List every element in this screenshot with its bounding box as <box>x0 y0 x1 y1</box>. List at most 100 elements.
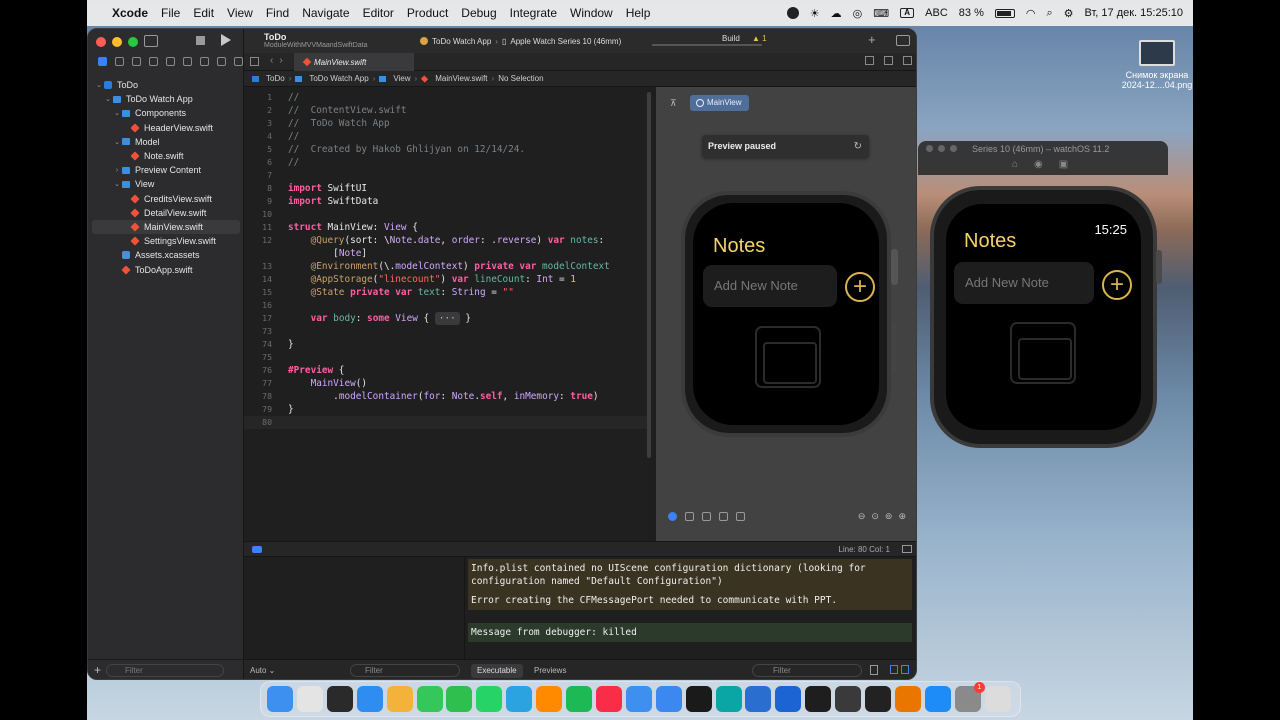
issue-navigator-icon[interactable] <box>166 57 175 66</box>
left-pane-icon[interactable] <box>890 665 898 674</box>
dock-terminal-icon[interactable] <box>326 686 353 712</box>
console-output[interactable]: Info.plist contained no UIScene configur… <box>466 557 916 659</box>
zoom-button[interactable] <box>128 37 138 47</box>
dock-blackmagic-icon[interactable] <box>865 686 891 712</box>
find-navigator-icon[interactable] <box>149 57 158 66</box>
library-plus-icon[interactable]: + <box>868 32 876 47</box>
navigator-item[interactable]: ToDoApp.swift <box>88 262 244 276</box>
split-editor-icon[interactable] <box>903 56 912 65</box>
text-input-icon[interactable]: A <box>900 8 915 18</box>
dock-blender-icon[interactable] <box>894 686 921 712</box>
menu-view[interactable]: View <box>227 6 253 20</box>
navigator-item[interactable]: ⌄ ToDo Watch App <box>88 92 244 106</box>
report-navigator-icon[interactable] <box>234 57 243 66</box>
dock-music-icon[interactable] <box>595 686 622 712</box>
related-items-icon[interactable] <box>250 57 259 66</box>
dock-testflight-icon[interactable] <box>655 686 682 712</box>
digital-crown[interactable] <box>1156 250 1162 284</box>
jump-selection[interactable]: No Selection <box>498 74 543 83</box>
input-source[interactable]: ABC <box>925 7 948 19</box>
navigator-item[interactable]: CreditsView.swift <box>88 192 244 206</box>
run-button[interactable] <box>221 34 231 46</box>
dock-books-icon[interactable] <box>536 686 563 712</box>
menu-help[interactable]: Help <box>626 6 651 20</box>
code-line[interactable]: [Note] <box>244 247 648 260</box>
auto-variables-select[interactable]: Auto ⌄ <box>250 666 275 675</box>
pin-icon[interactable]: ⊼ <box>670 98 677 109</box>
simulator-titlebar[interactable]: Series 10 (46mm) – watchOS 11.2 ⌂ ◉ ▣ <box>918 141 1168 175</box>
debug-area-toggle[interactable] <box>252 546 262 553</box>
code-line[interactable]: 16 <box>244 299 648 312</box>
dock-appstore-icon[interactable] <box>924 686 951 712</box>
rotate-icon[interactable]: ▣ <box>1059 159 1068 170</box>
disclosure-icon[interactable]: ⌄ <box>103 95 113 103</box>
dock-davinci-icon[interactable] <box>835 686 862 712</box>
code-line[interactable]: 78 .modelContainer(for: Note.self, inMem… <box>244 390 648 403</box>
add-file-button[interactable]: + <box>94 663 101 677</box>
sim-add-button[interactable]: + <box>1102 270 1132 300</box>
console-filter-input[interactable]: Filter <box>752 664 862 677</box>
zoom-actual-icon[interactable]: ⊚ <box>885 511 893 522</box>
right-pane-icon[interactable] <box>901 665 909 674</box>
menu-file[interactable]: File <box>161 6 180 20</box>
screenshot-icon[interactable]: ◉ <box>1034 159 1043 170</box>
dock-simulator-app-icon[interactable] <box>715 686 742 712</box>
refresh-icon[interactable] <box>865 56 874 65</box>
code-line[interactable]: 6 // <box>244 156 648 169</box>
scheme-selector[interactable]: ToDo Watch App › ▯ Apple Watch Series 10… <box>420 34 621 48</box>
code-line[interactable]: 7 <box>244 169 648 182</box>
code-line[interactable]: 74} <box>244 338 648 351</box>
menu-app[interactable]: Xcode <box>112 6 148 20</box>
executable-tab[interactable]: Executable <box>471 664 523 678</box>
build-status[interactable]: Build <box>722 34 740 43</box>
tab-mainview[interactable]: MainView.swift <box>294 53 414 71</box>
zoom-in-icon[interactable]: ⊕ <box>898 511 906 522</box>
disclosure-icon[interactable]: ⌄ <box>112 180 122 188</box>
menu-debug[interactable]: Debug <box>461 6 496 20</box>
navigator-item[interactable]: Assets.xcassets <box>88 248 244 262</box>
battery-percent[interactable]: 83 % <box>959 7 984 19</box>
zoom-fit-icon[interactable]: ⊙ <box>871 511 879 522</box>
menu-editor[interactable]: Editor <box>363 6 394 20</box>
code-line[interactable]: 80 <box>244 416 648 429</box>
close-button[interactable] <box>96 37 106 47</box>
debug-navigator-icon[interactable] <box>200 57 209 66</box>
control-center-icon[interactable]: ⚙ <box>1064 7 1074 20</box>
source-editor[interactable]: 1 // 2 // ContentView.swift 3 // ToDo Watch A… <box>244 87 648 541</box>
stop-button[interactable] <box>196 36 205 45</box>
code-line[interactable]: 77 MainView() <box>244 377 648 390</box>
trash-icon[interactable] <box>870 665 878 675</box>
dock-trash-icon[interactable] <box>984 686 1011 712</box>
code-line[interactable]: 73 <box>244 325 648 338</box>
simulator-screen[interactable]: Notes 15:25 Add New Note + <box>946 204 1141 430</box>
menu-navigate[interactable]: Navigate <box>302 6 349 20</box>
code-line[interactable]: 12 @Query(sort: \Note.date, order: .reve… <box>244 234 648 247</box>
search-icon[interactable]: ⌕ <box>1046 7 1052 20</box>
code-line[interactable]: 15 @State private var text: String = "" <box>244 286 648 299</box>
variants-icon[interactable] <box>702 512 711 521</box>
code-line[interactable]: 76 #Preview { <box>244 364 648 377</box>
simulator-window-controls[interactable] <box>926 145 957 152</box>
code-line[interactable]: 10 <box>244 208 648 221</box>
navigator-item[interactable]: MainView.swift <box>92 219 240 235</box>
disclosure-icon[interactable]: ⌄ <box>112 109 122 117</box>
dock-figma-icon[interactable] <box>805 686 832 712</box>
warning-badge[interactable]: ▲ 1 <box>752 34 767 43</box>
dock-messages-icon[interactable] <box>416 686 443 712</box>
watch-device-icon[interactable] <box>736 512 745 521</box>
hide-debug-icon[interactable] <box>902 545 912 553</box>
code-line[interactable]: 8 import SwiftUI <box>244 182 648 195</box>
dock-spotify-icon[interactable] <box>566 686 592 712</box>
dock-mail-icon[interactable] <box>625 686 652 712</box>
navigator-item[interactable]: ⌄ ToDo <box>88 78 244 92</box>
zoom-out-icon[interactable]: ⊖ <box>858 511 866 522</box>
navigator-item[interactable]: SettingsView.swift <box>88 234 244 248</box>
code-line[interactable]: 75 <box>244 351 648 364</box>
add-note-button[interactable]: + <box>845 272 875 302</box>
menu-edit[interactable]: Edit <box>193 6 214 20</box>
navigator-item[interactable]: › Preview Content <box>88 163 244 177</box>
keyboard-icon[interactable]: ⌨ <box>873 7 889 20</box>
dock-telegram-icon[interactable] <box>506 686 533 712</box>
editor-options-icon[interactable] <box>884 56 893 65</box>
sim-add-note-input[interactable]: Add New Note <box>954 262 1094 304</box>
